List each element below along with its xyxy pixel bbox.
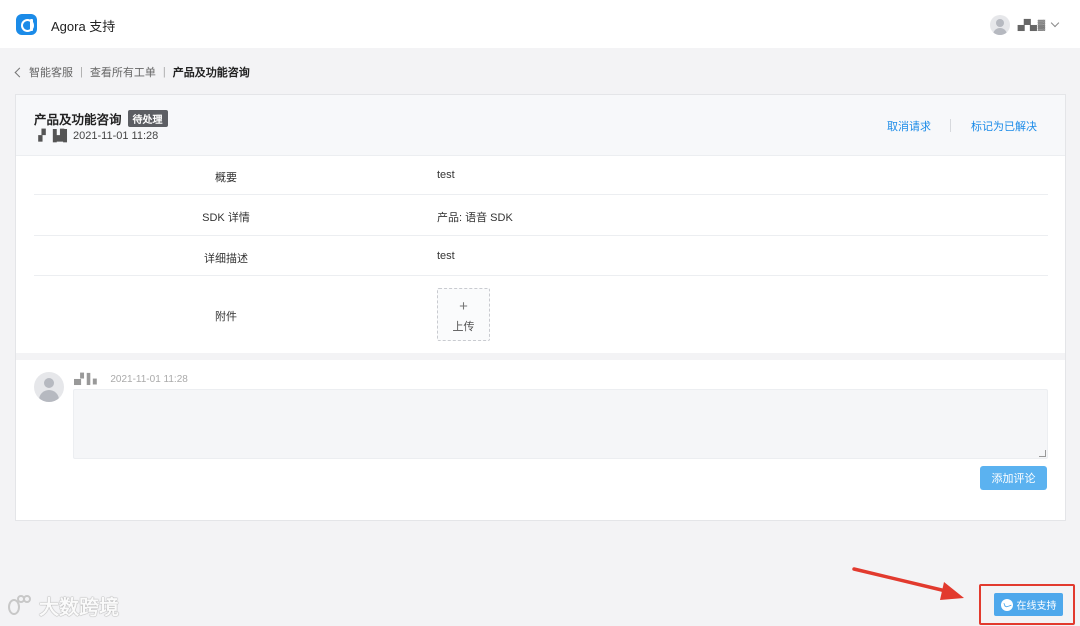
comment-meta: ▄▘▌▖ 2021-11-01 11:28 [74,374,188,385]
field-row-sdk: SDK 详情 产品: 语音 SDK [34,195,1048,236]
watermark-logo-icon [8,594,36,617]
commenter-avatar [34,372,64,402]
field-label: 概要 [215,172,237,184]
field-value: test [437,169,455,181]
ticket-card: 产品及功能咨询 待处理 ▗▘▐▟▌ 2021-11-01 11:28 取消请求 … [15,94,1066,521]
breadcrumb-smart-service[interactable]: 智能客服 [29,64,73,80]
annotation-arrow-icon [852,567,964,600]
field-value: test [437,250,455,262]
ticket-created-at: 2021-11-01 11:28 [73,130,159,142]
breadcrumb: 智能客服 | 查看所有工单 | 产品及功能咨询 [14,64,250,80]
upload-button[interactable]: + 上传 [437,288,490,341]
user-avatar[interactable] [989,15,1010,35]
chevron-down-icon[interactable] [1050,18,1060,28]
watermark-text: 大数跨境 [39,597,119,619]
breadcrumb-all-tickets[interactable]: 查看所有工单 [90,64,156,80]
plus-icon: + [459,298,468,315]
ticket-title: 产品及功能咨询 待处理 [34,109,168,128]
agora-logo-icon[interactable] [16,14,37,35]
chat-icon [1000,598,1013,611]
field-label: SDK 详情 [202,212,250,224]
section-divider [16,353,1065,360]
user-menu[interactable]: ▄▀▄ ▓ [989,14,1060,36]
field-label: 详细描述 [204,253,248,265]
online-support-label: 在线支持 [1016,601,1057,612]
back-chevron-icon[interactable] [14,67,25,77]
ticket-author: ▗▘▐▟▌ [34,130,71,142]
cancel-request-button[interactable]: 取消请求 [887,118,931,134]
field-row-attachment: 附件 + 上传 [34,276,1048,354]
breadcrumb-separator: | [80,66,83,78]
username[interactable]: ▄▀▄ ▓ [1018,20,1045,31]
status-badge: 待处理 [127,110,168,127]
field-value: 产品: 语音 SDK [437,212,513,224]
ticket-fields: 概要 test SDK 详情 产品: 语音 SDK 详细描述 test 附件 +… [34,156,1048,354]
online-support-button[interactable]: 在线支持 [994,593,1063,616]
app-title: Agora 支持 [51,19,116,34]
field-row-summary: 概要 test [34,156,1048,195]
ticket-header: 产品及功能咨询 待处理 ▗▘▐▟▌ 2021-11-01 11:28 取消请求 … [16,95,1065,156]
breadcrumb-current: 产品及功能咨询 [172,67,250,79]
resize-handle-icon[interactable] [1039,450,1046,457]
comment-timestamp: 2021-11-01 11:28 [110,374,188,385]
commenter-name: ▄▘▌▖ [74,374,101,385]
add-comment-button[interactable]: 添加评论 [980,466,1047,490]
breadcrumb-separator: | [162,66,166,78]
upload-label: 上传 [452,321,475,333]
mark-resolved-button[interactable]: 标记为已解决 [971,118,1037,134]
ticket-title-text: 产品及功能咨询 [34,113,122,127]
ticket-meta: ▗▘▐▟▌ 2021-11-01 11:28 [34,129,158,142]
field-row-description: 详细描述 test [34,236,1048,276]
action-divider [950,119,951,132]
comment-input[interactable] [73,389,1048,459]
field-label: 附件 [215,311,237,323]
top-bar: Agora 支持 ▄▀▄ ▓ [0,0,1080,48]
watermark: 大数跨境 [8,591,119,620]
